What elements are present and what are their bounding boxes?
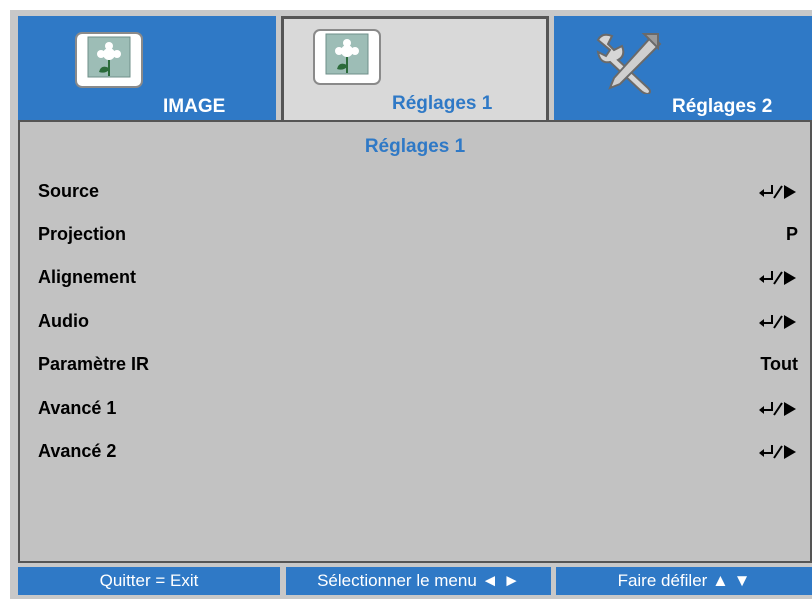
enter-submenu-icon — [759, 445, 796, 459]
menu-item-projection[interactable]: Projection P — [38, 220, 798, 250]
menu-item-label: Projection — [38, 224, 127, 244]
image-icon — [75, 32, 143, 88]
menu-item-avance-2[interactable]: Avancé 2 — [38, 437, 798, 467]
menu-item-avance-1[interactable]: Avancé 1 — [38, 394, 798, 424]
menu-item-source[interactable]: Source — [38, 177, 798, 207]
tab-label-image: IMAGE — [163, 96, 226, 117]
tab-reglages-2[interactable]: Réglages 2 — [554, 16, 812, 126]
menu-item-audio[interactable]: Audio — [38, 307, 798, 337]
menu-item-value: Tout — [760, 354, 798, 374]
menu-item-alignement[interactable]: Alignement — [38, 263, 798, 293]
menu-item-label: Alignement — [38, 267, 137, 287]
panel-title: Réglages 1 — [364, 136, 466, 157]
menu-item-label: Avancé 2 — [38, 441, 117, 461]
footer-exit-hint: Quitter = Exit — [18, 567, 280, 595]
tab-label-reglages-1: Réglages 1 — [392, 93, 493, 114]
tab-image[interactable]: IMAGE — [18, 16, 276, 126]
enter-submenu-icon — [759, 185, 796, 199]
tab-label-reglages-2: Réglages 2 — [672, 96, 773, 117]
footer-scroll-hint: Faire défiler ▲ ▼ — [556, 567, 812, 595]
enter-submenu-icon — [759, 271, 796, 285]
settings-panel: Réglages 1 Source Projection P Alignemen… — [18, 120, 812, 563]
tools-icon — [596, 33, 662, 94]
menu-item-parametre-ir[interactable]: Paramètre IR Tout — [38, 350, 798, 380]
enter-submenu-icon — [759, 402, 796, 416]
menu-item-label: Source — [38, 181, 100, 201]
menu-item-label: Paramètre IR — [38, 354, 150, 374]
footer-select-hint: Sélectionner le menu ◄ ► — [286, 567, 551, 595]
enter-submenu-icon — [759, 315, 796, 329]
menu-item-value: P — [785, 224, 798, 244]
osd-menu: IMAGE Réglages 1 Réglages 2 Réglages 1 S… — [10, 10, 812, 599]
menu-item-label: Audio — [38, 311, 89, 331]
tab-reglages-1[interactable]: Réglages 1 — [281, 16, 549, 126]
image-icon — [313, 29, 381, 85]
menu-item-label: Avancé 1 — [38, 398, 117, 418]
